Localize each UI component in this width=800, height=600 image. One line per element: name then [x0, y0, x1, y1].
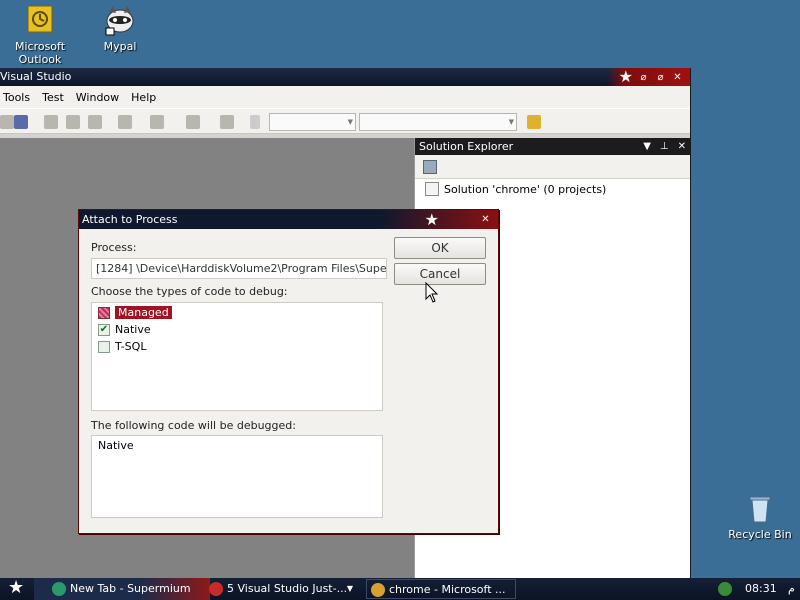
panel-controls: ▼ ⊥ ✕ [643, 138, 686, 155]
dialog-title: Attach to Process [82, 213, 178, 226]
process-label: Process: [91, 241, 137, 254]
desktop-icon-label: Microsoft Outlook [14, 40, 66, 66]
dialog-titlebar: Attach to Process ★ ✕ [79, 210, 498, 229]
start-button[interactable]: ★ [8, 579, 24, 597]
checkbox-managed[interactable] [98, 306, 110, 319]
chevron-down-icon: ▼ [346, 584, 353, 593]
outlook-icon [24, 4, 56, 36]
properties-icon[interactable] [423, 160, 437, 174]
start-debug-icon[interactable] [250, 115, 260, 129]
navigate-icon[interactable] [186, 115, 200, 129]
task-label: New Tab - Supermium [70, 582, 191, 595]
attach-to-process-dialog: Attach to Process ★ ✕ Process: [1284] \D… [78, 209, 499, 534]
desktop-icon-recycle-bin[interactable]: Recycle Bin [720, 492, 800, 541]
clock-ampm: م [788, 582, 795, 595]
mypal-raccoon-icon [104, 4, 136, 36]
pin-icon[interactable]: ⊥ [660, 138, 669, 155]
recycle-bin-icon [744, 492, 776, 524]
toolbar-icon[interactable] [0, 115, 14, 129]
raccoon-icon [371, 583, 385, 597]
raccoon-icon [209, 582, 223, 596]
solution-node[interactable]: Solution 'chrome' (0 projects) [425, 182, 606, 196]
star-icon: ★ [618, 67, 633, 86]
vs-toolbar: ▼ ▼ [0, 108, 690, 134]
list-item[interactable]: Managed [98, 306, 172, 319]
solution-explorer-titlebar: Solution Explorer ▼ ⊥ ✕ [415, 138, 690, 155]
checkbox-label: T-SQL [115, 340, 147, 353]
taskbar: ★ New Tab - Supermium 5 Visual Studio Ju… [0, 578, 800, 600]
checkbox-label: Managed [115, 306, 172, 319]
menu-tools[interactable]: Tools [0, 91, 39, 104]
vs-menubar: Tools Test Window Help [0, 86, 690, 108]
save-all-icon[interactable] [14, 115, 28, 129]
code-types-list: Managed ✔ Native T-SQL [91, 302, 383, 411]
solution-explorer-toolbar [415, 155, 690, 179]
vs-title: Visual Studio [0, 70, 72, 83]
minimize-icon[interactable]: ⌀ [637, 71, 650, 84]
close-icon[interactable]: ✕ [479, 213, 492, 226]
list-item[interactable]: ✔ Native [98, 323, 151, 336]
desktop-icon-outlook[interactable]: Microsoft Outlook [0, 4, 80, 66]
vs-window-controls: ★ ⌀ ⌀ ✕ [606, 67, 690, 86]
debugged-code-box: Native [91, 435, 383, 518]
close-icon[interactable]: ✕ [678, 138, 686, 155]
desktop-icon-mypal[interactable]: Mypal [80, 4, 160, 53]
network-icon[interactable] [718, 582, 732, 596]
mouse-cursor-icon [425, 282, 439, 303]
types-label: Choose the types of code to debug: [91, 285, 288, 298]
star-icon: ★ [424, 209, 439, 229]
list-item[interactable]: T-SQL [98, 340, 146, 353]
undo-icon[interactable] [118, 115, 132, 129]
paste-icon[interactable] [88, 115, 102, 129]
navigate-forward-icon[interactable] [220, 115, 234, 129]
solution-explorer-title: Solution Explorer [419, 140, 514, 153]
menu-help[interactable]: Help [128, 91, 165, 104]
debugged-code-value: Native [98, 439, 134, 452]
menu-test[interactable]: Test [39, 91, 73, 104]
system-tray: 08:31 م [710, 578, 800, 600]
desktop-icon-label: Recycle Bin [728, 528, 792, 541]
process-field[interactable]: [1284] \Device\HarddiskVolume2\Program F… [91, 258, 387, 279]
dialog-controls: ★ ✕ [425, 210, 498, 229]
cancel-button[interactable]: Cancel [394, 263, 486, 285]
task-label: 5 Visual Studio Just-... [227, 582, 348, 595]
desktop-icon-label: Mypal [103, 40, 137, 53]
taskbar-item-new-tab[interactable]: New Tab - Supermium [48, 579, 198, 599]
solution-icon [425, 182, 439, 196]
checkbox-native[interactable]: ✔ [98, 323, 110, 336]
supermium-icon [52, 582, 66, 596]
taskbar-item-vs-jit[interactable]: 5 Visual Studio Just-... ▼ [205, 579, 355, 599]
clock[interactable]: 08:31 [745, 582, 777, 595]
copy-icon[interactable] [66, 115, 80, 129]
close-icon[interactable]: ✕ [671, 71, 684, 84]
solution-label: Solution 'chrome' (0 projects) [444, 182, 607, 196]
redo-icon[interactable] [150, 115, 164, 129]
cut-icon[interactable] [44, 115, 58, 129]
checkbox-tsql[interactable] [98, 340, 110, 353]
dropdown-icon[interactable]: ▼ [643, 138, 651, 155]
taskbar-item-chrome[interactable]: chrome - Microsoft ... [366, 579, 516, 599]
open-folder-icon[interactable] [527, 115, 541, 129]
vs-titlebar: Visual Studio ★ ⌀ ⌀ ✕ [0, 68, 690, 86]
configuration-combo[interactable]: ▼ [269, 113, 356, 131]
platform-combo[interactable]: ▼ [359, 113, 517, 131]
task-label: chrome - Microsoft ... [389, 583, 506, 596]
following-label: The following code will be debugged: [91, 419, 296, 432]
menu-window[interactable]: Window [73, 91, 128, 104]
ok-button[interactable]: OK [394, 237, 486, 259]
checkbox-label: Native [115, 323, 151, 336]
maximize-icon[interactable]: ⌀ [654, 71, 667, 84]
